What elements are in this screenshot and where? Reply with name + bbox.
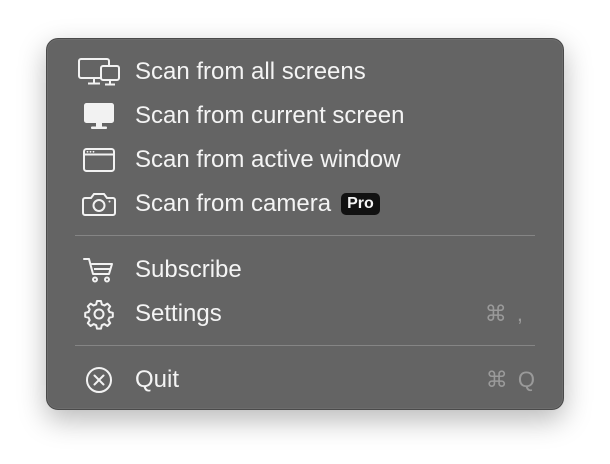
context-menu: Scan from all screens Scan from current … [46,38,564,410]
menu-item-label: Scan from all screens [135,58,366,85]
menu-separator [75,235,535,236]
menu-item-subscribe[interactable]: Subscribe [47,250,563,290]
menu-separator [75,345,535,346]
multiple-screens-icon [75,56,123,88]
cart-icon [75,254,123,286]
monitor-icon [75,100,123,132]
menu-item-label-text: Scan from camera [135,190,332,217]
menu-item-label: Quit [135,366,180,393]
quit-shortcut: ⌘ Q [485,367,537,392]
menu-item-quit[interactable]: Quit ⌘ Q [47,360,563,400]
menu-item-scan-current-screen[interactable]: Scan from current screen [47,96,563,136]
menu-item-scan-all-screens[interactable]: Scan from all screens [47,52,563,92]
menu-item-label: Scan from camera Pro [135,184,380,224]
menu-item-label: Subscribe [135,256,242,283]
gear-icon [75,298,123,330]
pro-badge: Pro [341,193,380,215]
menu-item-settings[interactable]: Settings ⌘ , [47,294,563,334]
menu-item-scan-active-window[interactable]: Scan from active window [47,140,563,180]
camera-icon [75,188,123,220]
close-circle-icon [75,364,123,396]
menu-item-label: Scan from active window [135,146,401,173]
menu-item-scan-camera[interactable]: Scan from camera Pro [47,184,563,224]
menu-item-label: Settings [135,300,222,327]
menu-item-label: Scan from current screen [135,102,405,129]
window-icon [75,144,123,176]
settings-shortcut: ⌘ , [484,301,525,326]
